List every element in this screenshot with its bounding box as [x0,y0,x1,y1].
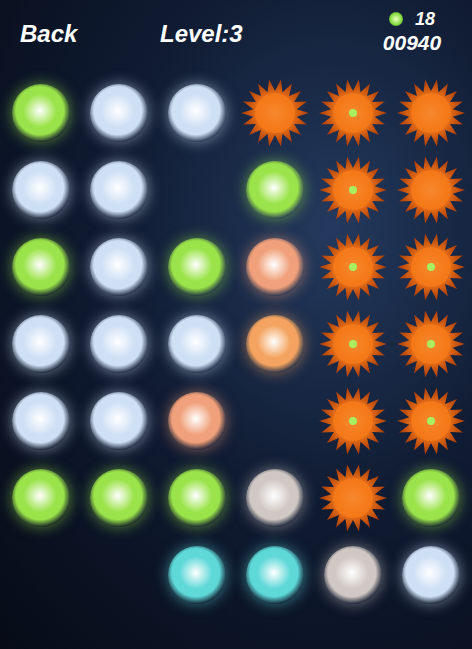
orb[interactable] [246,315,304,373]
board-cell[interactable] [236,459,314,536]
orb[interactable] [12,161,70,219]
board-cell[interactable] [314,382,392,459]
board-cell[interactable] [158,382,236,459]
orb[interactable] [90,238,148,296]
board-cell[interactable] [2,536,80,613]
board-row [2,151,470,228]
board-cell[interactable] [2,459,80,536]
burst-icon[interactable] [395,308,467,380]
board-cell[interactable] [80,74,158,151]
orb[interactable] [168,84,226,142]
board-cell[interactable] [80,228,158,305]
orb[interactable] [12,238,70,296]
board-cell[interactable] [236,536,314,613]
board-row [2,305,470,382]
board-cell[interactable] [158,151,236,228]
board-cell[interactable] [2,228,80,305]
board-cell[interactable] [236,382,314,459]
board-cell[interactable] [392,74,470,151]
orb[interactable] [12,392,70,450]
burst-icon[interactable] [317,77,389,149]
orb[interactable] [12,315,70,373]
board-cell[interactable] [392,536,470,613]
orb[interactable] [168,469,226,527]
burst-icon[interactable] [317,154,389,226]
orb[interactable] [12,84,70,142]
orb[interactable] [168,315,226,373]
orb[interactable] [168,392,226,450]
board-cell[interactable] [236,74,314,151]
orb[interactable] [246,238,304,296]
board-cell[interactable] [392,459,470,536]
gem-icon [389,12,403,26]
burst-icon[interactable] [395,77,467,149]
board-cell[interactable] [314,228,392,305]
board-cell[interactable] [314,536,392,613]
board-row [2,74,470,151]
orb[interactable] [12,469,70,527]
board-row [2,459,470,536]
board-cell[interactable] [158,536,236,613]
board-cell[interactable] [392,382,470,459]
gem-count: 18 [415,10,435,28]
board [0,74,472,613]
board-cell[interactable] [236,151,314,228]
burst-icon[interactable] [317,231,389,303]
orb[interactable] [90,315,148,373]
burst-icon[interactable] [239,77,311,149]
orb[interactable] [90,469,148,527]
orb[interactable] [402,469,460,527]
board-cell[interactable] [158,459,236,536]
board-row [2,536,470,613]
orb[interactable] [90,161,148,219]
back-button[interactable]: Back [20,20,77,47]
burst-icon[interactable] [395,154,467,226]
orb[interactable] [246,161,304,219]
board-cell[interactable] [314,151,392,228]
board-cell[interactable] [236,228,314,305]
orb[interactable] [324,546,382,604]
burst-icon[interactable] [317,462,389,534]
board-cell[interactable] [314,74,392,151]
board-cell[interactable] [80,459,158,536]
board-cell[interactable] [2,382,80,459]
header: Back Level:3 18 00940 [0,0,472,74]
board-cell[interactable] [80,305,158,382]
board-cell[interactable] [80,151,158,228]
orb[interactable] [168,546,226,604]
orb[interactable] [246,469,304,527]
level-label: Level:3 [160,20,243,47]
orb[interactable] [90,392,148,450]
burst-icon[interactable] [317,308,389,380]
orb[interactable] [402,546,460,604]
burst-icon[interactable] [317,385,389,457]
score: 00940 [383,32,441,53]
burst-icon[interactable] [395,231,467,303]
board-cell[interactable] [158,74,236,151]
board-cell[interactable] [158,305,236,382]
board-cell[interactable] [392,228,470,305]
board-cell[interactable] [236,305,314,382]
board-cell[interactable] [314,305,392,382]
board-cell[interactable] [2,74,80,151]
board-cell[interactable] [2,151,80,228]
orb[interactable] [168,238,226,296]
board-cell[interactable] [80,536,158,613]
game-screen: Back Level:3 18 00940 [0,0,472,649]
board-cell[interactable] [392,305,470,382]
burst-icon[interactable] [395,385,467,457]
board-cell[interactable] [80,382,158,459]
orb[interactable] [246,546,304,604]
board-row [2,228,470,305]
board-cell[interactable] [158,228,236,305]
board-row [2,382,470,459]
board-cell[interactable] [392,151,470,228]
orb[interactable] [90,84,148,142]
board-cell[interactable] [2,305,80,382]
board-cell[interactable] [314,459,392,536]
